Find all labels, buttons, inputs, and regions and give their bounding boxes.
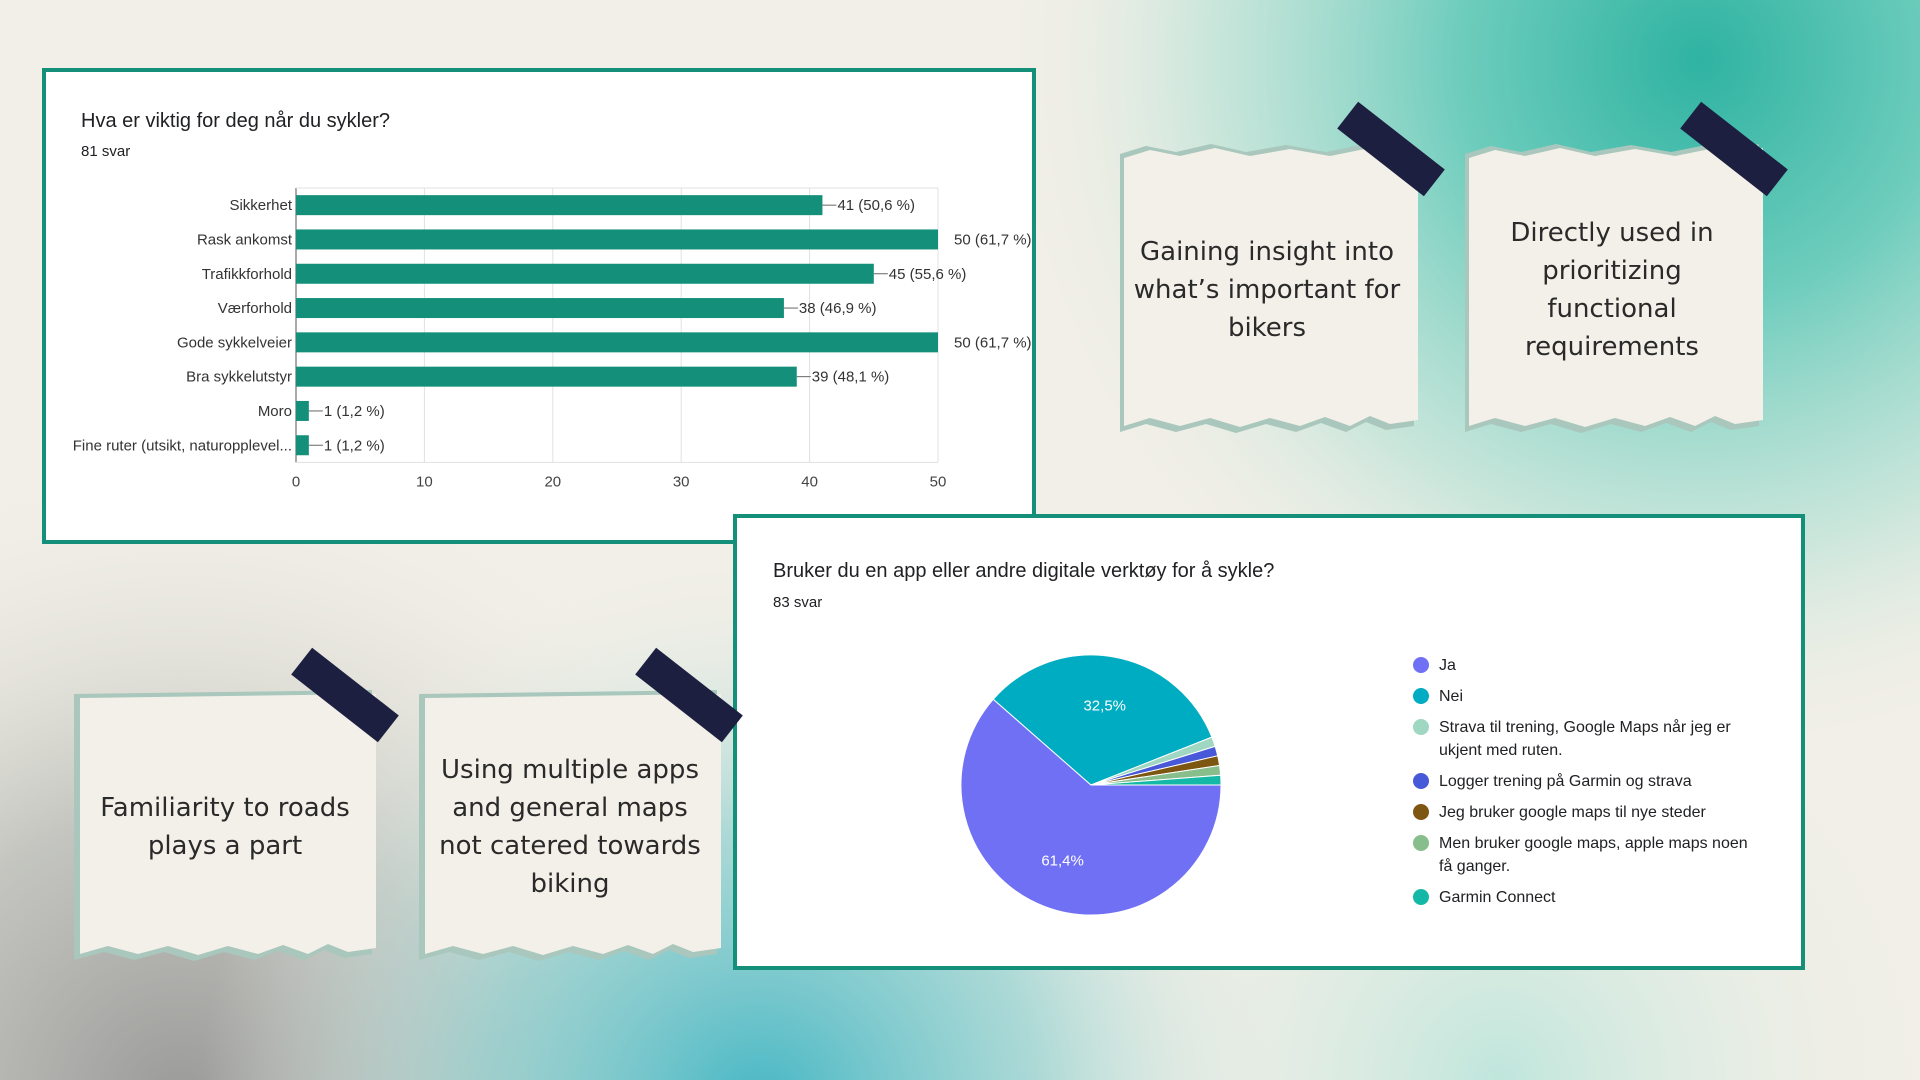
legend-item: Men bruker google maps, apple maps noen … (1413, 832, 1763, 878)
legend-label: Nei (1439, 688, 1464, 705)
legend-item: Strava til trening, Google Maps når jeg … (1413, 716, 1763, 762)
legend-label: Men bruker google maps, apple maps noen … (1439, 835, 1748, 875)
note-text: Gaining insight into what’s important fo… (1133, 237, 1401, 343)
x-tick-label: 50 (930, 473, 947, 490)
category-label: Trafikkforhold (202, 266, 292, 283)
category-label: Værforhold (218, 300, 292, 317)
legend-item: Garmin Connect (1413, 886, 1763, 909)
legend-swatch (1413, 657, 1429, 673)
bar (296, 229, 938, 250)
note-text: Using multiple apps and general maps not… (439, 755, 701, 899)
legend-item: Ja (1413, 654, 1763, 677)
pie-chart: 61,4% 32,5% (960, 654, 1222, 916)
legend-item: Logger trening på Garmin og strava (1413, 770, 1763, 793)
category-label: Gode sykkelveier (177, 334, 292, 351)
pie-chart-card: Bruker du en app eller andre digitale ve… (733, 514, 1805, 970)
sticky-note-requirements: Directly used in prioritizing functional… (1461, 140, 1763, 440)
sticky-note-insight: Gaining insight into what’s important fo… (1116, 140, 1418, 440)
legend-item: Jeg bruker google maps til nye steder (1413, 801, 1763, 824)
bar-chart-card: Hva er viktig for deg når du sykler? 81 … (42, 68, 1036, 544)
note-text: Directly used in prioritizing functional… (1510, 218, 1714, 362)
legend-swatch (1413, 688, 1429, 704)
sticky-note-familiarity: Familiarity to roads plays a part (74, 686, 376, 968)
bar (296, 366, 797, 387)
legend-swatch (1413, 773, 1429, 789)
category-label: Sikkerhet (229, 197, 292, 214)
legend-label: Ja (1439, 657, 1456, 674)
x-tick-label: 20 (544, 473, 561, 490)
bar-chart: 0 10 20 30 40 50 Sikkerhet 41 (50,6 %) Rask anko… (73, 187, 1032, 490)
data-label: 38 (46,9 %) (799, 300, 877, 317)
legend-label: Jeg bruker google maps til nye steder (1439, 804, 1706, 821)
bar (296, 263, 874, 284)
data-label: 39 (48,1 %) (812, 369, 890, 386)
category-label: Fine ruter (utsikt, naturopplevel... (73, 437, 292, 454)
legend-swatch (1413, 719, 1429, 735)
x-tick-label: 10 (416, 473, 433, 490)
x-tick-label: 40 (801, 473, 818, 490)
data-label: 50 (61,7 %) (954, 231, 1032, 248)
slice-label: 32,5% (1083, 698, 1126, 715)
x-tick-label: 0 (292, 473, 300, 490)
data-label: 45 (55,6 %) (889, 266, 967, 283)
legend-label: Logger trening på Garmin og strava (1439, 773, 1692, 790)
bar (296, 195, 823, 216)
category-label: Rask ankomst (197, 231, 293, 248)
sticky-note-multiple-apps: Using multiple apps and general maps not… (419, 686, 721, 968)
bar (296, 400, 309, 421)
data-label: 50 (61,7 %) (954, 334, 1032, 351)
legend-label: Garmin Connect (1439, 889, 1556, 906)
note-text: Familiarity to roads plays a part (100, 793, 350, 861)
data-label: 41 (50,6 %) (837, 197, 915, 214)
data-label: 1 (1,2 %) (324, 437, 385, 454)
legend-swatch (1413, 804, 1429, 820)
slice-label: 61,4% (1041, 852, 1084, 869)
data-label: 1 (1,2 %) (324, 403, 385, 420)
legend-swatch (1413, 889, 1429, 905)
bar (296, 332, 938, 353)
bar (296, 435, 309, 456)
pie-legend: Ja Nei Strava til trening, Google Maps når… (1413, 654, 1763, 917)
category-label: Bra sykkelutstyr (186, 369, 292, 386)
legend-item: Nei (1413, 685, 1763, 708)
category-label: Moro (258, 403, 292, 420)
legend-swatch (1413, 835, 1429, 851)
x-tick-label: 30 (673, 473, 690, 490)
legend-label: Strava til trening, Google Maps når jeg … (1439, 719, 1731, 759)
bar (296, 298, 784, 319)
